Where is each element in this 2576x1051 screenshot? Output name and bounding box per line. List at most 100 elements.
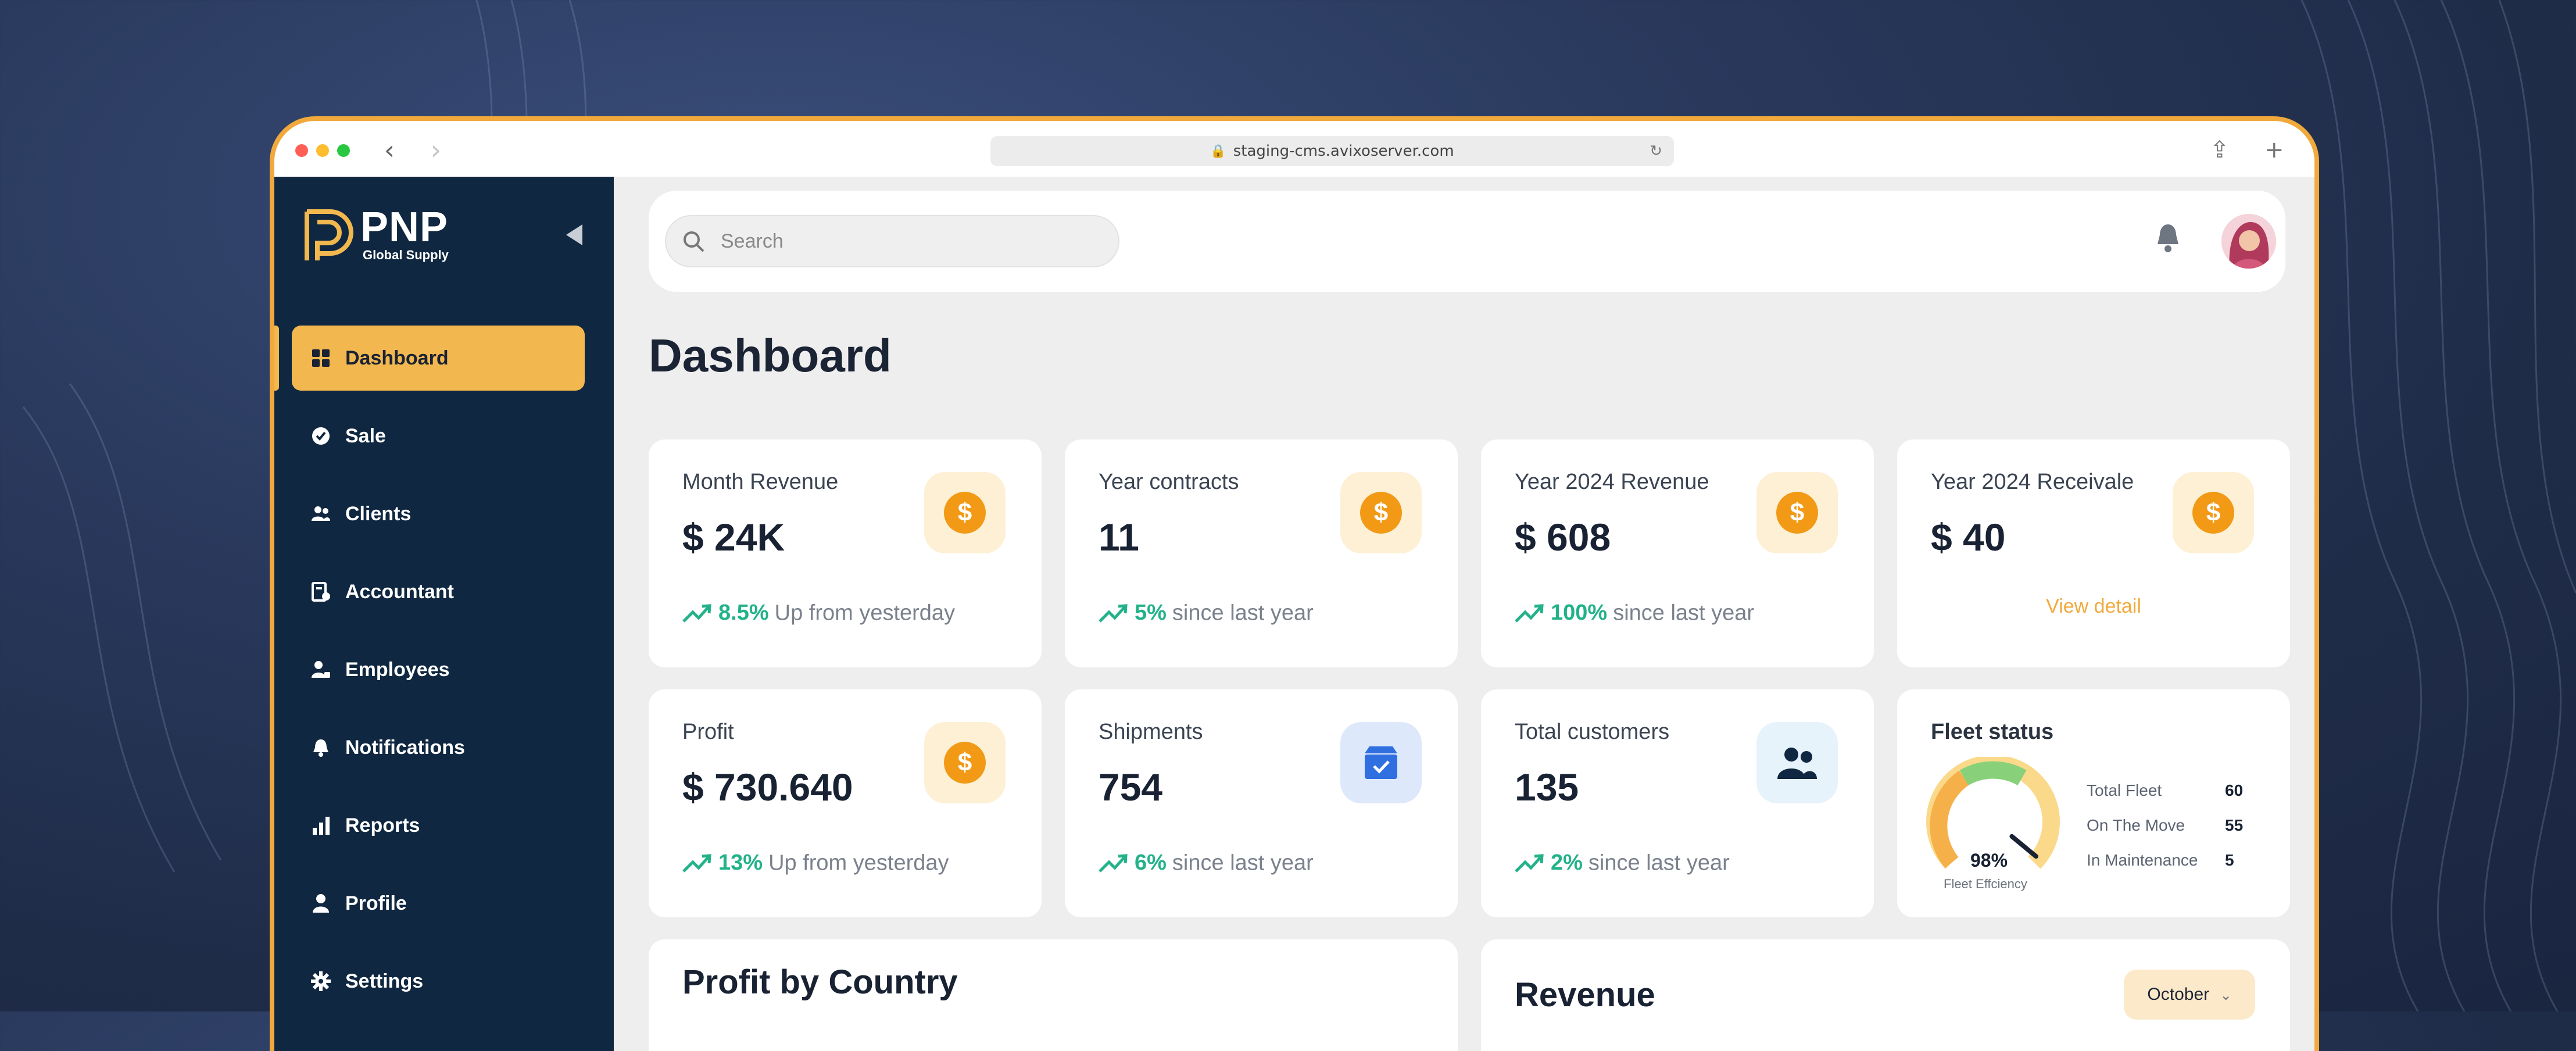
stat-card-total-customers: Total customers 135 2% since last year	[1481, 689, 1874, 917]
fleet-title: Fleet status	[1931, 720, 2054, 744]
stat-label: Total customers	[1515, 720, 1670, 744]
lock-icon: 🔒	[1210, 144, 1226, 159]
fleet-status-card: Fleet status 98% Fleet Effciency Total F…	[1897, 689, 2290, 917]
sidebar-item-clients[interactable]: Clients	[292, 481, 585, 546]
package-icon	[1365, 746, 1397, 779]
customers-icon	[1777, 748, 1817, 779]
dollar-coin-icon: $	[944, 742, 986, 784]
sidebar-item-label: Profile	[345, 892, 407, 914]
sidebar-item-sale[interactable]: Sale	[292, 403, 585, 469]
pnp-logo-mark-icon	[305, 209, 353, 260]
stat-label: Month Revenue	[682, 470, 839, 494]
stat-trend: 5% since last year	[1099, 600, 1314, 628]
trend-up-icon	[1515, 604, 1544, 623]
profit-by-country-panel: Profit by Country	[649, 939, 1458, 1051]
main-content: Search Dashboard Month Revenue $ 24K $ 8…	[614, 177, 2314, 1051]
sidebar-item-profile[interactable]: Profile	[292, 871, 585, 936]
chevron-right-icon[interactable]: ›	[423, 134, 449, 166]
stat-value: $ 608	[1515, 516, 1611, 559]
sidebar-item-settings[interactable]: Settings	[292, 949, 585, 1014]
trend-up-icon	[1515, 854, 1544, 873]
page-title: Dashboard	[649, 330, 892, 381]
trend-percent: 13%	[718, 850, 763, 875]
month-select-value: October	[2147, 985, 2210, 1004]
stat-trend: 8.5% Up from yesterday	[682, 600, 955, 628]
url-text: staging-cms.avixoserver.com	[1233, 142, 1454, 160]
sidebar-item-notifications[interactable]: Notifications	[292, 715, 585, 780]
stat-value: 11	[1099, 516, 1139, 559]
close-window-dot[interactable]	[295, 144, 308, 157]
trend-text: since last year	[1172, 850, 1314, 875]
dollar-coin-icon: $	[2192, 492, 2234, 534]
search-icon	[684, 231, 704, 252]
fleet-row-on-the-move: On The Move 55	[2087, 816, 2261, 839]
stat-value: $ 40	[1931, 516, 2006, 559]
reload-icon[interactable]: ↻	[1650, 136, 1662, 166]
trend-up-icon	[1099, 854, 1128, 873]
stat-label: Year 2024 Revenue	[1515, 470, 1709, 494]
collapse-sidebar-icon[interactable]	[566, 224, 582, 245]
month-select[interactable]: October ⌄	[2124, 970, 2255, 1020]
top-header: Search	[649, 191, 2285, 292]
view-detail-link[interactable]: View detail	[1897, 595, 2290, 618]
revenue-panel: Revenue October ⌄	[1481, 939, 2290, 1051]
stat-icon-box: $	[2173, 472, 2254, 553]
fleet-row-value: 5	[2225, 851, 2234, 869]
sidebar-item-dashboard[interactable]: Dashboard	[274, 326, 585, 391]
stat-value: 135	[1515, 766, 1579, 809]
sidebar-item-label: Sale	[345, 425, 386, 447]
browser-window: ‹ › 🔒 staging-cms.avixoserver.com ↻ ⇪ + P…	[270, 116, 2319, 1051]
trend-percent: 8.5%	[718, 600, 769, 625]
stat-trend: 2% since last year	[1515, 850, 1730, 878]
stat-trend: 13% Up from yesterday	[682, 850, 949, 878]
trend-text: Up from yesterday	[774, 600, 956, 625]
address-bar[interactable]: 🔒 staging-cms.avixoserver.com ↻	[990, 136, 1674, 166]
plus-icon[interactable]: +	[2264, 134, 2284, 166]
notification-bell-icon[interactable]	[2154, 221, 2182, 256]
stat-trend: 6% since last year	[1099, 850, 1314, 878]
person-icon	[313, 894, 329, 913]
stat-label: Year contracts	[1099, 470, 1239, 494]
fleet-row-value: 55	[2225, 816, 2244, 834]
share-icon[interactable]: ⇪	[2210, 134, 2230, 166]
stat-card-year-revenue: Year 2024 Revenue $ 608 $ 100% since last…	[1481, 439, 1874, 667]
chevron-down-icon: ⌄	[2220, 988, 2232, 1003]
stat-label: Year 2024 Receivale	[1931, 470, 2134, 494]
trend-text: since last year	[1613, 600, 1755, 625]
sidebar-item-label: Dashboard	[345, 347, 449, 369]
sidebar-item-label: Clients	[345, 503, 412, 525]
stat-icon-box: $	[924, 722, 1006, 803]
ledger-icon	[312, 582, 330, 602]
trend-percent: 6%	[1135, 850, 1167, 875]
trend-percent: 5%	[1135, 600, 1167, 625]
sidebar-item-reports[interactable]: Reports	[292, 793, 585, 858]
chevron-left-icon[interactable]: ‹	[377, 134, 402, 166]
user-photo-icon	[2221, 214, 2276, 269]
trend-percent: 100%	[1551, 600, 1608, 625]
sidebar-item-label: Notifications	[345, 737, 465, 759]
stat-card-shipments: Shipments 754 6% since last year	[1065, 689, 1458, 917]
maximize-window-dot[interactable]	[337, 144, 350, 157]
trend-text: Up from yesterday	[768, 850, 949, 875]
trend-up-icon	[682, 854, 711, 873]
sidebar-item-accountant[interactable]: Accountant	[292, 559, 585, 624]
stat-trend: 100% since last year	[1515, 600, 1754, 628]
section-title: Profit by Country	[682, 963, 958, 1001]
search-input[interactable]: Search	[665, 215, 1119, 267]
avatar[interactable]	[2221, 214, 2276, 269]
brand-tagline: Global Supply	[363, 248, 449, 262]
bell-icon	[313, 739, 328, 757]
gauge-needle	[2009, 834, 2038, 859]
dollar-coin-icon: $	[1360, 492, 1402, 534]
section-title: Revenue	[1515, 976, 1655, 1014]
users-icon	[312, 506, 330, 521]
sidebar-item-employees[interactable]: Employees	[292, 637, 585, 702]
stat-icon-box: $	[1756, 472, 1838, 553]
sidebar-item-label: Accountant	[345, 581, 454, 603]
employee-icon	[312, 661, 330, 678]
stat-icon-box	[1340, 722, 1422, 803]
stat-label: Shipments	[1099, 720, 1203, 744]
dollar-coin-icon: $	[1776, 492, 1818, 534]
brand-logo[interactable]: PNP Global Supply	[303, 204, 478, 265]
minimize-window-dot[interactable]	[316, 144, 329, 157]
